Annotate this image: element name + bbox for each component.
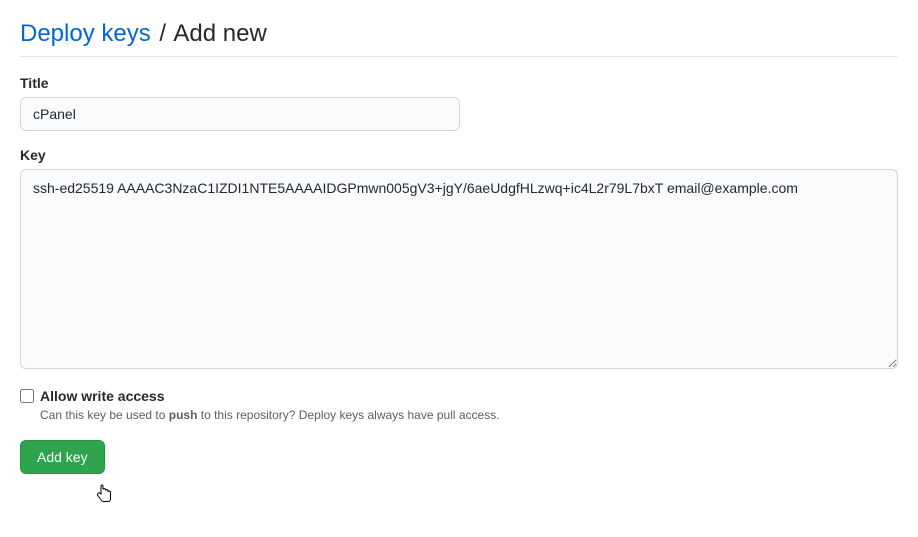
breadcrumb-separator: /: [159, 20, 166, 47]
add-key-button[interactable]: Add key: [20, 440, 105, 474]
allow-write-access-checkbox[interactable]: [20, 389, 34, 403]
allow-write-access-label[interactable]: Allow write access: [40, 388, 165, 404]
note-suffix: to this repository? Deploy keys always h…: [197, 408, 499, 422]
write-access-group: Allow write access Can this key be used …: [20, 388, 898, 422]
key-textarea[interactable]: ssh-ed25519 AAAAC3NzaC1IZDI1NTE5AAAAIDGP…: [20, 169, 898, 369]
title-input[interactable]: [20, 97, 460, 131]
note-prefix: Can this key be used to: [40, 408, 169, 422]
note-bold: push: [169, 408, 198, 422]
page-header: Deploy keys / Add new: [20, 20, 898, 57]
breadcrumb-current: Add new: [173, 20, 266, 47]
key-field-group: Key ssh-ed25519 AAAAC3NzaC1IZDI1NTE5AAAA…: [20, 147, 898, 372]
pointer-cursor-icon: [96, 484, 918, 507]
write-access-note: Can this key be used to push to this rep…: [40, 408, 898, 422]
breadcrumb-link-deploy-keys[interactable]: Deploy keys: [20, 20, 151, 47]
title-field-group: Title: [20, 75, 898, 131]
key-label: Key: [20, 147, 898, 163]
title-label: Title: [20, 75, 898, 91]
